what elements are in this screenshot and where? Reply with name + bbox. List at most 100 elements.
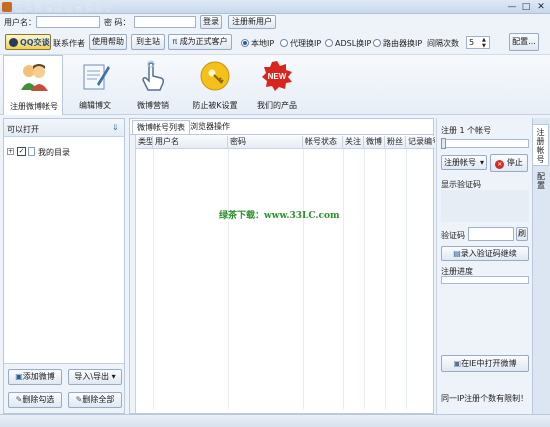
home-button[interactable]: 到主站 — [131, 34, 165, 50]
toolbar: QQ交谈 联系作者 使用帮助 到主站 π 成为正式客户 本地IP 代理换IP A… — [0, 31, 550, 55]
login-button[interactable]: 登录 — [200, 15, 222, 29]
register-mode-dropdown[interactable]: 注册帐号 ▾ — [441, 155, 487, 170]
add-icon: ▣ — [15, 372, 23, 381]
register-progress-bar — [441, 276, 529, 284]
username-label: 用户名： — [4, 18, 36, 27]
nav-marketing[interactable]: 微博营销 — [123, 55, 183, 115]
grid-line — [406, 149, 407, 409]
maximize-button[interactable]: □ — [519, 1, 533, 13]
nav-edit-post[interactable]: 编辑博文 — [65, 55, 125, 115]
nav-our-products[interactable]: NEW 我们的产品 — [247, 55, 307, 115]
help-button[interactable]: 使用帮助 — [89, 34, 127, 50]
login-bar: 用户名： 密 码： 登录 注册新用户 — [0, 14, 550, 31]
collapse-icon[interactable]: ⇓ — [112, 123, 119, 132]
radio-local-ip-label: 本地IP — [251, 39, 275, 48]
enter-captcha-button[interactable]: ▤录入验证码继续 — [441, 246, 529, 261]
captcha-input[interactable] — [468, 227, 514, 241]
col-weibo[interactable]: 微博 — [364, 136, 385, 149]
tree-expand-icon[interactable]: + — [7, 148, 14, 155]
side-tab-register[interactable]: 注册帐号 — [533, 124, 549, 166]
status-bar — [0, 414, 550, 427]
delete-checked-button[interactable]: ✎删除勾选 — [8, 392, 62, 408]
side-tab-rail: 注册帐号 配置 — [532, 118, 550, 414]
people-icon — [21, 64, 48, 91]
app-icon — [2, 2, 12, 12]
interval-stepper[interactable]: 5 ▲ ▼ — [466, 36, 490, 49]
contact-author-link[interactable]: 联系作者 — [53, 38, 85, 49]
panel-header: 可以打开 ⇓ — [4, 119, 124, 137]
col-follow[interactable]: 关注 — [343, 136, 364, 149]
col-record-id[interactable]: 记录编号 — [406, 136, 435, 149]
nav-register-account[interactable]: 注册微博帐号 — [3, 55, 63, 115]
qq-chat-button[interactable]: QQ交谈 — [5, 34, 51, 50]
window-title: 石头微博超级营销助手 — [14, 4, 115, 14]
radio-local-ip[interactable] — [241, 39, 249, 47]
col-username[interactable]: 用户名 — [153, 136, 228, 149]
panel-title: 可以打开 — [7, 125, 39, 134]
nav-anti-ban[interactable]: 防止被K设置 — [185, 55, 245, 115]
ip-limit-link[interactable]: 同一IP注册个数有限制！ — [441, 393, 528, 404]
new-badge-icon: NEW — [262, 61, 292, 91]
upgrade-icon: π — [172, 37, 178, 46]
import-export-button[interactable]: 导入\导出 ▾ — [68, 369, 122, 385]
minimize-button[interactable]: — — [505, 1, 519, 13]
register-panel: 注册 1 个帐号 注册帐号 ▾ ✕ 停止 显示验证码 验证码 刷 ▤录入验证码继… — [436, 118, 532, 414]
register-count-slider[interactable] — [441, 138, 529, 149]
tree-checkbox[interactable]: ✓ — [17, 147, 26, 156]
tab-divider — [130, 134, 433, 135]
upgrade-button[interactable]: π 成为正式客户 — [168, 34, 232, 50]
watermark: 绿茶下载：www.33LC.com — [219, 211, 340, 221]
radio-adsl-ip[interactable] — [325, 39, 333, 47]
interval-label: 间隔次数 — [427, 39, 459, 48]
slider-thumb[interactable] — [441, 138, 446, 149]
title-bar: 石头微博超级营销助手 — □ ✕ — [0, 0, 550, 14]
grid-gutter — [130, 135, 136, 413]
captcha-label: 验证码 — [441, 231, 465, 240]
key-icon — [200, 61, 230, 91]
radio-proxy-ip-label: 代理换IP — [290, 39, 322, 48]
stop-button[interactable]: ✕ 停止 — [490, 154, 528, 172]
ie-icon: ▣ — [453, 359, 462, 368]
tab-account-list[interactable]: 微博帐号列表 — [132, 120, 190, 134]
open-in-ie-button[interactable]: ▣在IE中打开微博 — [441, 355, 529, 372]
password-label: 密 码： — [104, 18, 131, 27]
account-list-area: 微博帐号列表 浏览器操作 类型 用户名 密码 帐号状态 关注 微博 粉丝 记录编… — [129, 118, 435, 414]
config-button[interactable]: 配置... — [509, 33, 539, 51]
refresh-captcha-button[interactable]: 刷 — [516, 227, 528, 241]
side-tab-config[interactable]: 配置 — [533, 170, 549, 192]
delete-all-button[interactable]: ✎删除全部 — [68, 392, 122, 408]
grid-header: 类型 用户名 密码 帐号状态 关注 微博 粉丝 记录编号 — [136, 136, 435, 149]
username-input[interactable] — [36, 16, 100, 28]
captcha-image-area — [441, 190, 529, 222]
grid-line — [303, 149, 304, 409]
enter-icon: ▤ — [453, 249, 461, 258]
main-nav: 注册微博帐号 编辑博文 微博营销 防止被K设置 NEW 我们的产品 — [0, 55, 550, 115]
grid-line — [228, 149, 229, 409]
radio-adsl-ip-label: ADSL换IP — [335, 39, 372, 48]
password-input[interactable] — [134, 16, 196, 28]
grid-line — [364, 149, 365, 409]
radio-router-ip-label: 路由器换IP — [383, 39, 423, 48]
document-icon — [28, 147, 35, 156]
tab-browser-actions[interactable]: 浏览器操作 — [186, 120, 234, 134]
panel-actions: ▣添加微博 导入\导出 ▾ ✎删除勾选 ✎删除全部 — [4, 363, 124, 413]
close-button[interactable]: ✕ — [533, 1, 549, 13]
col-status[interactable]: 帐号状态 — [303, 136, 343, 149]
grid-line — [343, 149, 344, 409]
col-password[interactable]: 密码 — [228, 136, 303, 149]
tree-item-my-directory[interactable]: 我的目录 — [38, 147, 70, 158]
dropdown-arrow-icon: ▾ — [109, 372, 116, 381]
svg-text:NEW: NEW — [268, 72, 287, 81]
show-captcha-label: 显示验证码 — [441, 180, 481, 189]
qq-icon — [9, 38, 18, 47]
col-fans[interactable]: 粉丝 — [385, 136, 406, 149]
radio-proxy-ip[interactable] — [280, 39, 288, 47]
account-tree-panel: 可以打开 ⇓ + ✓ 我的目录 ▣添加微博 导入\导出 ▾ ✎删除勾选 ✎删除全… — [3, 118, 125, 414]
radio-router-ip[interactable] — [373, 39, 381, 47]
dropdown-arrow-icon: ▾ — [480, 158, 485, 167]
add-weibo-button[interactable]: ▣添加微博 — [8, 369, 62, 385]
col-type[interactable]: 类型 — [136, 136, 153, 149]
stepper-arrows-icon[interactable]: ▲ ▼ — [482, 37, 486, 49]
register-user-button[interactable]: 注册新用户 — [228, 15, 276, 29]
stop-icon: ✕ — [495, 160, 505, 169]
